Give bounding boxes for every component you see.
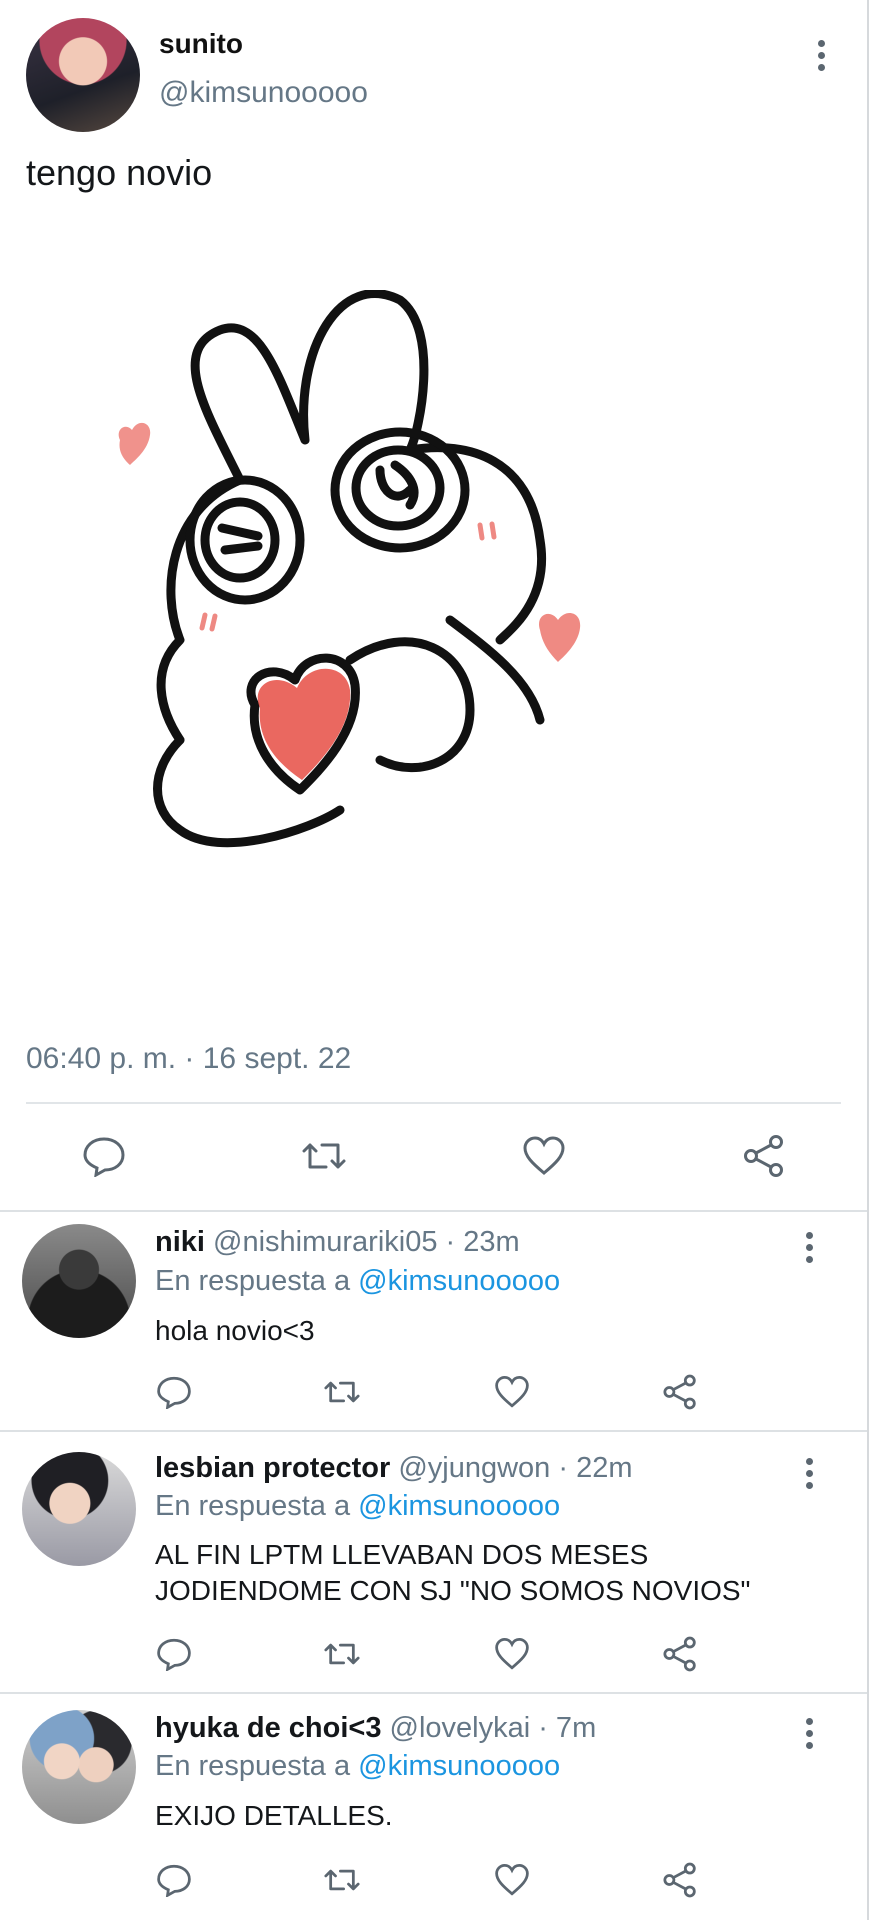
reply-meta: @lovelykai · 7m <box>381 1712 597 1744</box>
reply-avatar[interactable] <box>22 1710 136 1824</box>
bunny-drawing-image[interactable] <box>110 290 730 1010</box>
reply-text-line: hola novio<3 <box>155 1315 315 1346</box>
reply-tweet[interactable]: niki @nishimurariki05 · 23m En respuesta… <box>0 1212 867 1430</box>
reply-tweet[interactable]: hyuka de choi<3 @lovelykai · 7m En respu… <box>0 1694 867 1920</box>
retweet-button[interactable] <box>320 1634 364 1674</box>
reply-text-line: EXIJO DETALLES. <box>155 1800 393 1831</box>
comment-icon <box>157 1638 191 1671</box>
reply-meta: @nishimurariki05 · 23m <box>204 1226 520 1258</box>
divider <box>26 1102 841 1104</box>
reply-button[interactable] <box>152 1372 196 1412</box>
reply-author-name[interactable]: lesbian protector <box>155 1452 390 1484</box>
reply-text-line: JODIENDOME CON SJ "NO SOMOS NOVIOS" <box>155 1575 751 1606</box>
retweet-icon <box>324 1643 360 1665</box>
reply-avatar[interactable] <box>22 1224 136 1338</box>
like-button[interactable] <box>490 1372 534 1412</box>
retweet-button[interactable] <box>298 1132 350 1180</box>
share-icon <box>663 1862 696 1898</box>
share-button[interactable] <box>658 1860 702 1900</box>
more-options-icon[interactable] <box>804 1232 814 1263</box>
comment-icon <box>157 1376 191 1409</box>
reply-text: AL FIN LPTM LLEVABAN DOS MESES JODIENDOM… <box>155 1537 845 1609</box>
reply-to-line: En respuesta a @kimsunooooo <box>155 1265 560 1298</box>
author-handle[interactable]: @kimsunooooo <box>159 76 368 110</box>
retweet-button[interactable] <box>320 1372 364 1412</box>
heart-icon <box>495 1638 529 1670</box>
mention-link[interactable]: @kimsunooooo <box>358 1750 560 1782</box>
author-name[interactable]: sunito <box>159 28 243 60</box>
reply-to-prefix: En respuesta a <box>155 1750 359 1782</box>
mention-link[interactable]: @kimsunooooo <box>358 1490 560 1522</box>
author-avatar[interactable] <box>26 18 140 132</box>
reply-to-prefix: En respuesta a <box>155 1265 359 1297</box>
reply-button[interactable] <box>152 1860 196 1900</box>
heart-icon <box>495 1864 529 1896</box>
share-button[interactable] <box>658 1634 702 1674</box>
reply-to-prefix: En respuesta a <box>155 1490 359 1522</box>
more-options-icon[interactable] <box>804 1718 814 1749</box>
reply-header: hyuka de choi<3 @lovelykai · 7m <box>155 1712 596 1745</box>
share-button[interactable] <box>738 1132 790 1180</box>
heart-icon <box>523 1136 565 1175</box>
reply-to-line: En respuesta a @kimsunooooo <box>155 1750 560 1783</box>
reply-text-line: AL FIN LPTM LLEVABAN DOS MESES <box>155 1539 649 1570</box>
reply-button[interactable] <box>78 1132 130 1180</box>
comment-icon <box>157 1864 191 1897</box>
tweet-text: tengo novio <box>26 152 213 193</box>
reply-tweet[interactable]: lesbian protector @yjungwon · 22m En res… <box>0 1432 867 1692</box>
reply-text: EXIJO DETALLES. <box>155 1798 845 1834</box>
reply-button[interactable] <box>152 1634 196 1674</box>
more-options-icon[interactable] <box>816 40 826 71</box>
share-icon <box>663 1636 696 1672</box>
share-icon <box>663 1374 696 1410</box>
reply-header: niki @nishimurariki05 · 23m <box>155 1226 520 1259</box>
reply-author-name[interactable]: hyuka de choi<3 <box>155 1712 381 1744</box>
share-icon <box>744 1135 783 1177</box>
reply-meta: @yjungwon · 22m <box>390 1452 633 1484</box>
mention-link[interactable]: @kimsunooooo <box>358 1265 560 1297</box>
retweet-icon <box>324 1381 360 1403</box>
retweet-icon <box>324 1869 360 1891</box>
reply-header: lesbian protector @yjungwon · 22m <box>155 1452 633 1485</box>
more-options-icon[interactable] <box>804 1458 814 1489</box>
comment-icon <box>83 1137 125 1177</box>
heart-icon <box>495 1376 529 1408</box>
share-button[interactable] <box>658 1372 702 1412</box>
retweet-icon <box>302 1143 346 1169</box>
reply-author-name[interactable]: niki <box>155 1226 205 1258</box>
reply-to-line: En respuesta a @kimsunooooo <box>155 1490 560 1523</box>
main-tweet: sunito @kimsunooooo tengo novio 06:40 p.… <box>0 0 867 1212</box>
tweet-timestamp: 06:40 p. m. · 16 sept. 22 <box>26 1042 352 1075</box>
reply-text: hola novio<3 <box>155 1313 845 1349</box>
reply-avatar[interactable] <box>22 1452 136 1566</box>
like-button[interactable] <box>518 1132 570 1180</box>
like-button[interactable] <box>490 1634 534 1674</box>
retweet-button[interactable] <box>320 1860 364 1900</box>
like-button[interactable] <box>490 1860 534 1900</box>
